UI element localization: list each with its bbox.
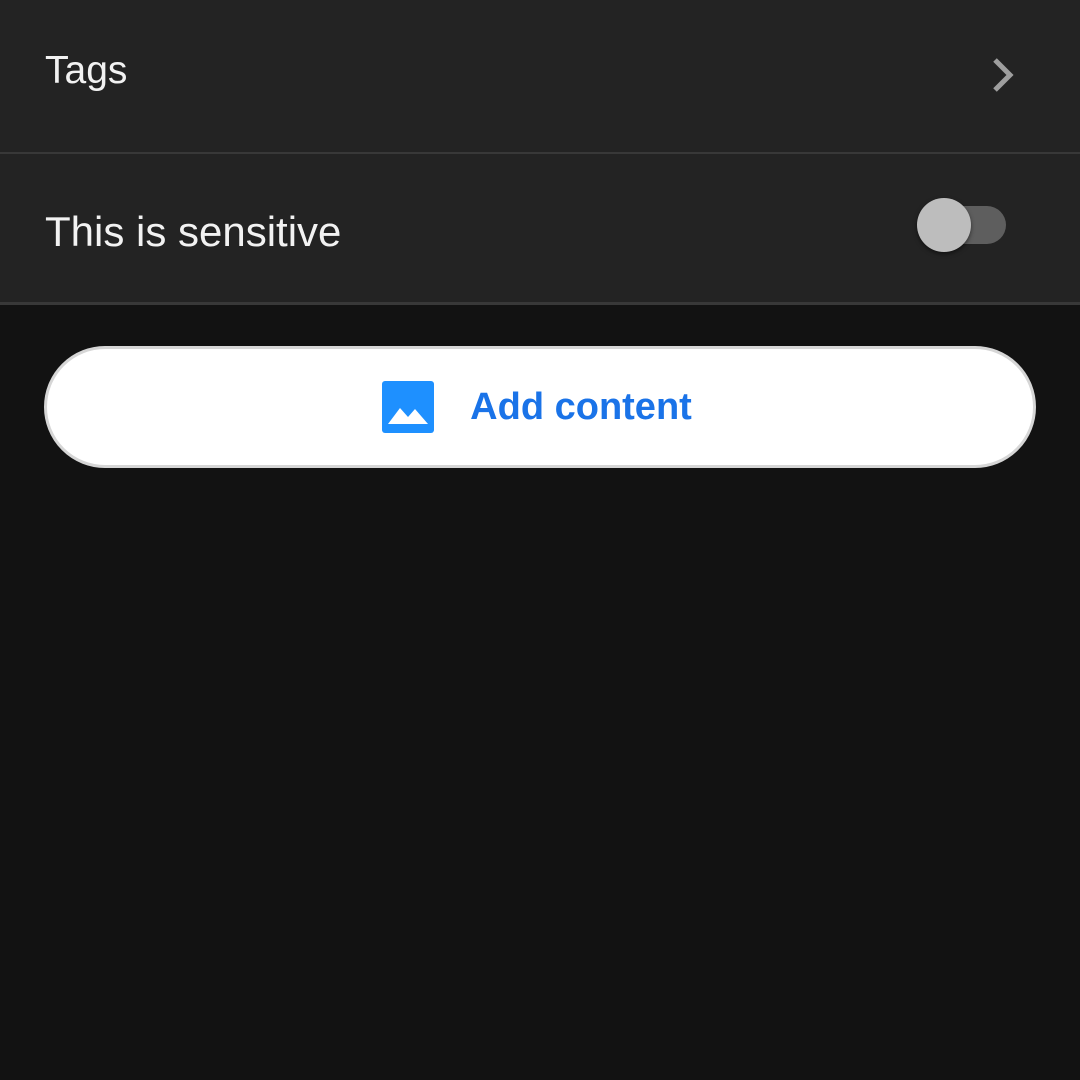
divider (0, 302, 1080, 305)
sensitive-row[interactable]: This is sensitive (0, 154, 1080, 302)
add-content-button[interactable]: Add content (44, 346, 1036, 468)
tags-row[interactable]: Tags (0, 0, 1080, 152)
image-icon (382, 381, 435, 433)
toggle-thumb (917, 198, 971, 252)
add-content-label: Add content (470, 385, 692, 428)
chevron-right-icon (993, 58, 1014, 92)
sensitive-label: This is sensitive (45, 208, 342, 255)
screen: Tags This is sensitive Add content (0, 0, 1080, 1080)
tags-label: Tags (45, 49, 128, 92)
sensitive-toggle[interactable] (916, 197, 1008, 255)
